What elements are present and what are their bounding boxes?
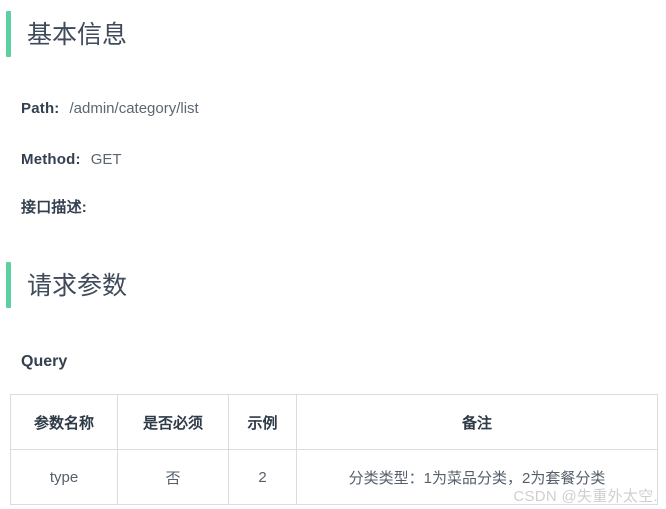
info-row-method: Method: GET — [21, 152, 122, 167]
cell-param-name: type — [10, 449, 118, 505]
method-label: Method: — [21, 151, 81, 168]
cell-remark: 分类类型：1为菜品分类，2为套餐分类 — [296, 449, 658, 505]
info-row-path: Path: /admin/category/list — [21, 101, 199, 116]
cell-required: 否 — [117, 449, 229, 505]
table-header-remark: 备注 — [296, 394, 658, 450]
method-value: GET — [90, 151, 122, 168]
path-value: /admin/category/list — [69, 100, 199, 117]
description-label: 接口描述: — [21, 199, 87, 216]
table-body: type 否 2 分类类型：1为菜品分类，2为套餐分类 — [10, 449, 658, 505]
table-header-required: 是否必须 — [117, 394, 229, 450]
api-doc-page: 基本信息 Path: /admin/category/list Method: GE… — [0, 0, 666, 509]
path-label: Path: — [21, 100, 60, 117]
request-params-table: 参数名称 是否必须 示例 备注 type 否 2 分类类型：1为菜品分类，2为套… — [10, 394, 658, 505]
table-header-example: 示例 — [228, 394, 297, 450]
table-row: type 否 2 分类类型：1为菜品分类，2为套餐分类 — [10, 449, 658, 505]
table-header-param-name: 参数名称 — [10, 394, 118, 450]
section-heading-request-params: 请求参数 — [6, 262, 127, 308]
cell-example: 2 — [228, 449, 297, 505]
section-heading-basic-info: 基本信息 — [6, 11, 127, 57]
accent-bar-icon — [6, 11, 11, 57]
query-subheading: Query — [21, 353, 68, 370]
table-header: 参数名称 是否必须 示例 备注 — [10, 394, 658, 450]
table-header-row: 参数名称 是否必须 示例 备注 — [10, 394, 658, 450]
info-row-description: 接口描述: — [21, 200, 97, 215]
section-title-request-params: 请求参数 — [27, 271, 128, 300]
section-title-basic-info: 基本信息 — [27, 20, 128, 49]
accent-bar-icon — [6, 262, 11, 308]
